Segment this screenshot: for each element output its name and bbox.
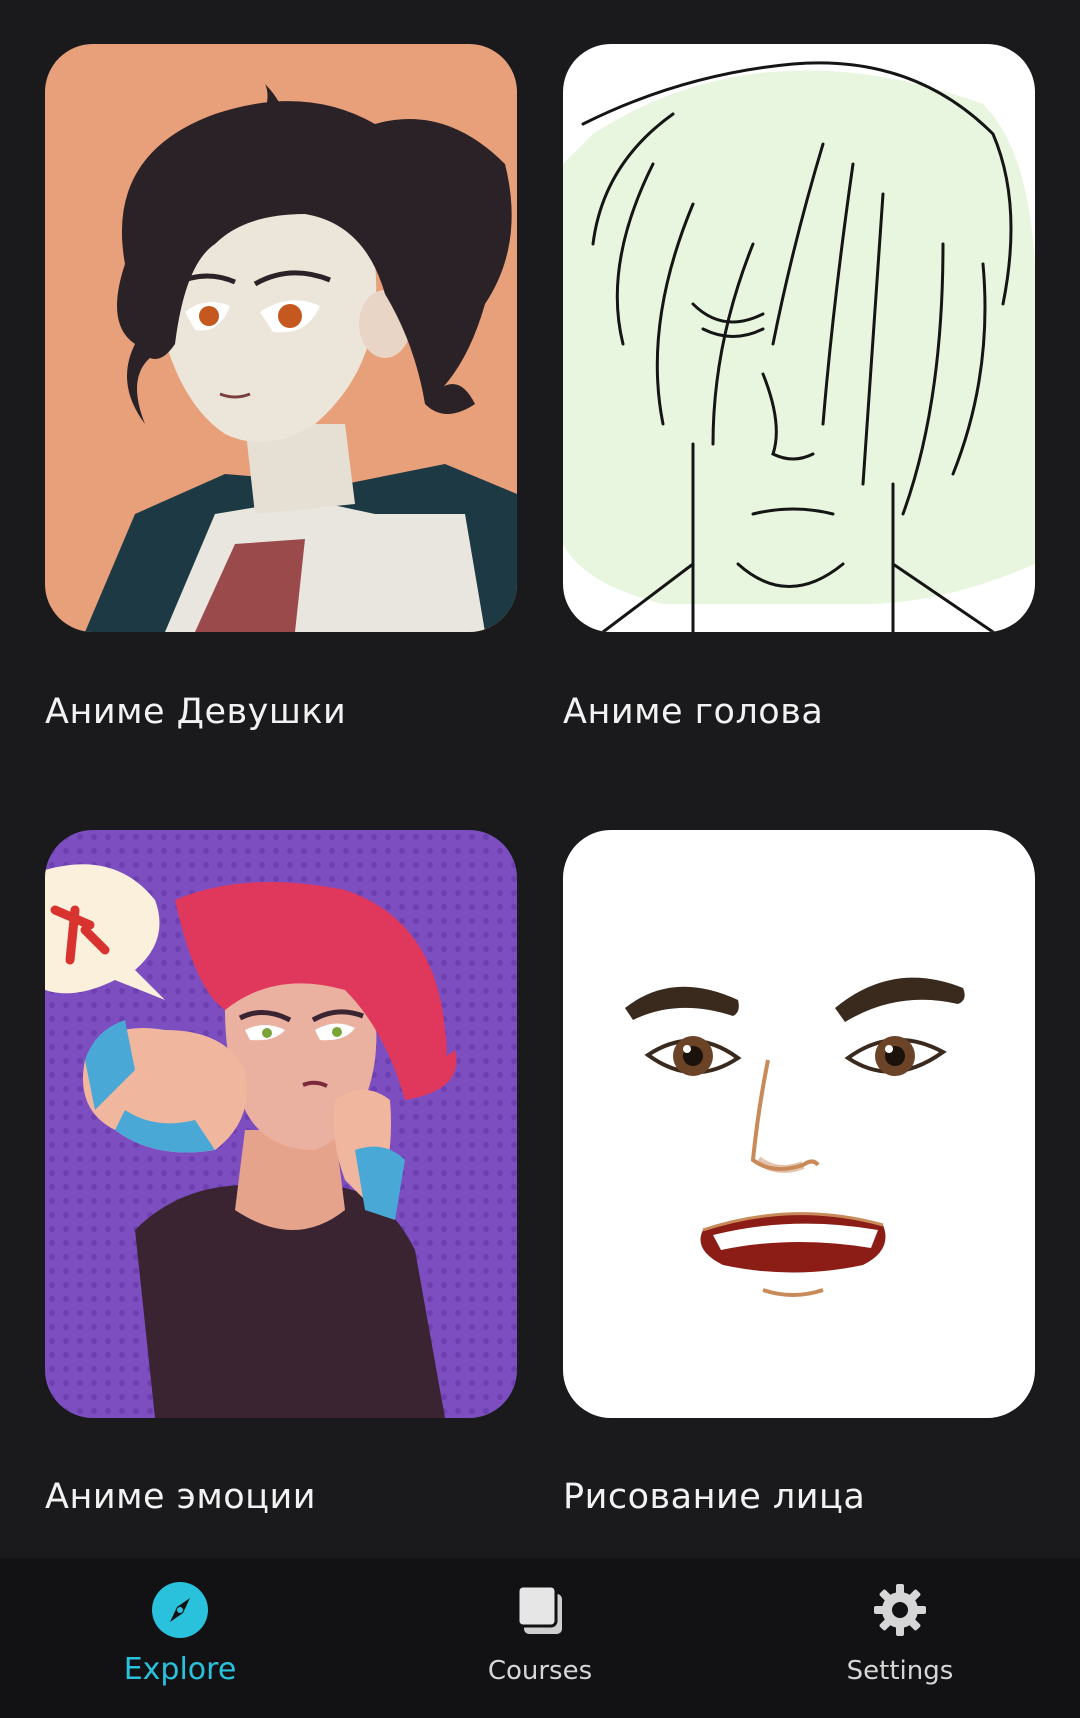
course-title[interactable]: Аниме эмоции	[45, 1477, 316, 1517]
course-title[interactable]: Аниме голова	[563, 692, 823, 732]
stack-icon	[510, 1580, 570, 1640]
angry-face-illustration	[563, 830, 1035, 1418]
nav-settings[interactable]: Settings	[720, 1558, 1080, 1718]
nav-label: Courses	[487, 1656, 593, 1686]
compass-icon	[150, 1580, 210, 1640]
bottom-navigation: Explore Courses Settings	[0, 1558, 1080, 1718]
gear-icon	[870, 1580, 930, 1640]
course-card-anime-head[interactable]	[563, 44, 1035, 632]
course-title[interactable]: Аниме Девушки	[45, 692, 346, 732]
course-grid: Аниме Девушки Аниме голова Аниме эмоции …	[0, 0, 1080, 1558]
course-card-anime-emotions[interactable]	[45, 830, 517, 1418]
course-card-anime-girls[interactable]	[45, 44, 517, 632]
anime-girl-illustration	[45, 44, 517, 632]
nav-label: Settings	[846, 1656, 954, 1686]
anime-emotions-illustration	[45, 830, 517, 1418]
nav-explore[interactable]: Explore	[0, 1558, 360, 1718]
anime-head-sketch	[563, 44, 1035, 632]
nav-label: Explore	[123, 1652, 237, 1687]
course-title[interactable]: Рисование лица	[563, 1477, 865, 1517]
nav-courses[interactable]: Courses	[360, 1558, 720, 1718]
course-card-face-drawing[interactable]	[563, 830, 1035, 1418]
